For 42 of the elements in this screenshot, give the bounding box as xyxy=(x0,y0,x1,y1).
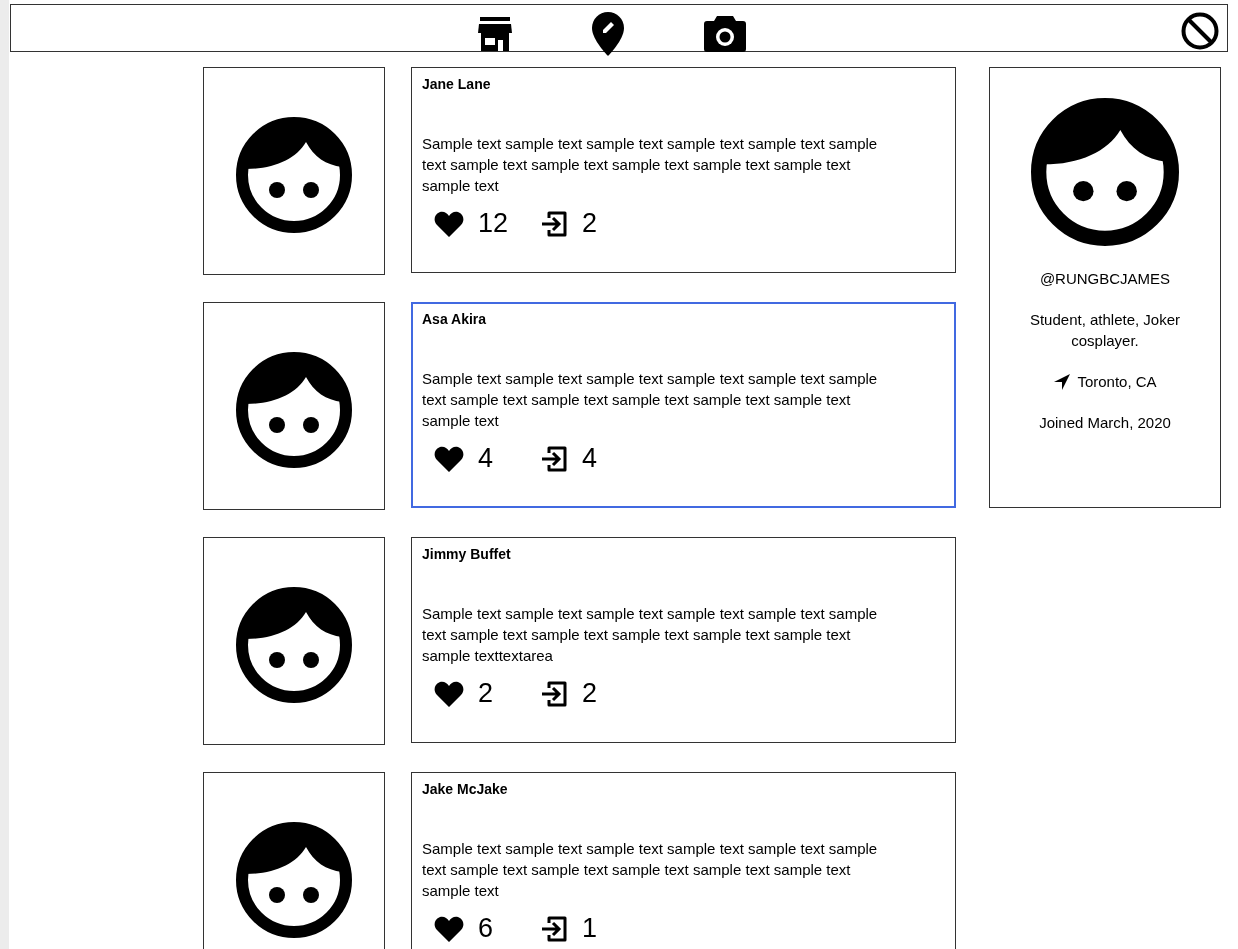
avatar-icon xyxy=(236,117,352,233)
author-name: Asa Akira xyxy=(422,311,488,327)
post-text: Sample text sample text sample text sample text sample text sample text sample text sample text sample text sample text sample text sample texttextarea xyxy=(422,604,879,666)
post-card[interactable]: Jane Lane Sample text sample text sample text sample text sample text sample text sample text sample text sample text sample text sample text sample text 12 2 xyxy=(411,67,956,273)
heart-icon[interactable] xyxy=(434,680,464,707)
like-count: 12 xyxy=(478,208,509,239)
share-count: 2 xyxy=(582,208,598,239)
arrow-into-box-icon[interactable] xyxy=(540,679,568,708)
map-pin-pencil-icon[interactable] xyxy=(591,11,625,57)
post-text: Sample text sample text sample text sample text sample text sample text sample text sample text sample text sample text sample text sample text xyxy=(422,134,879,196)
store-icon[interactable] xyxy=(477,16,513,52)
heart-icon[interactable] xyxy=(434,915,464,942)
post-card[interactable]: Jimmy Buffet Sample text sample text sample text sample text sample text sample text sample text sample text sample text sample text sample text sample texttextarea 2 2 xyxy=(411,537,956,743)
profile-location: Toronto, CA xyxy=(1076,372,1157,392)
post-text: Sample text sample text sample text sample text sample text sample text sample text sample text sample text sample text sample text sample text xyxy=(422,839,879,901)
post-card[interactable]: Jake McJake Sample text sample text sample text sample text sample text sample text sample text sample text sample text sample text sample text sample text 6 1 xyxy=(411,772,956,949)
author-name: Jimmy Buffet xyxy=(422,546,512,562)
profile-handle: @RUNGBCJAMES xyxy=(1038,269,1172,289)
author-name: Jane Lane xyxy=(422,76,492,92)
like-count: 4 xyxy=(478,443,494,474)
camera-icon[interactable] xyxy=(703,15,747,53)
join-date: Joined March, 2020 xyxy=(1038,413,1172,433)
avatar-icon xyxy=(1031,98,1179,246)
post-card[interactable]: Asa Akira Sample text sample text sample text sample text sample text sample text sample text sample text sample text sample text sample text sample text 4 4 xyxy=(411,302,956,508)
profile-bio: Student, athlete, Joker cosplayer. xyxy=(1028,310,1182,351)
navigation-arrow-icon xyxy=(1053,372,1072,391)
avatar-icon xyxy=(236,587,352,703)
avatar-icon xyxy=(236,822,352,938)
heart-icon[interactable] xyxy=(434,210,464,237)
author-name: Jake McJake xyxy=(422,781,509,797)
avatar-icon xyxy=(236,352,352,468)
arrow-into-box-icon[interactable] xyxy=(540,914,568,943)
arrow-into-box-icon[interactable] xyxy=(540,209,568,238)
share-count: 2 xyxy=(582,678,598,709)
like-count: 6 xyxy=(478,913,494,944)
post-text: Sample text sample text sample text sample text sample text sample text sample text sample text sample text sample text sample text sample text xyxy=(422,369,879,431)
block-icon[interactable] xyxy=(1181,12,1219,50)
share-count: 1 xyxy=(582,913,598,944)
arrow-into-box-icon[interactable] xyxy=(540,444,568,473)
heart-icon[interactable] xyxy=(434,445,464,472)
share-count: 4 xyxy=(582,443,598,474)
like-count: 2 xyxy=(478,678,494,709)
